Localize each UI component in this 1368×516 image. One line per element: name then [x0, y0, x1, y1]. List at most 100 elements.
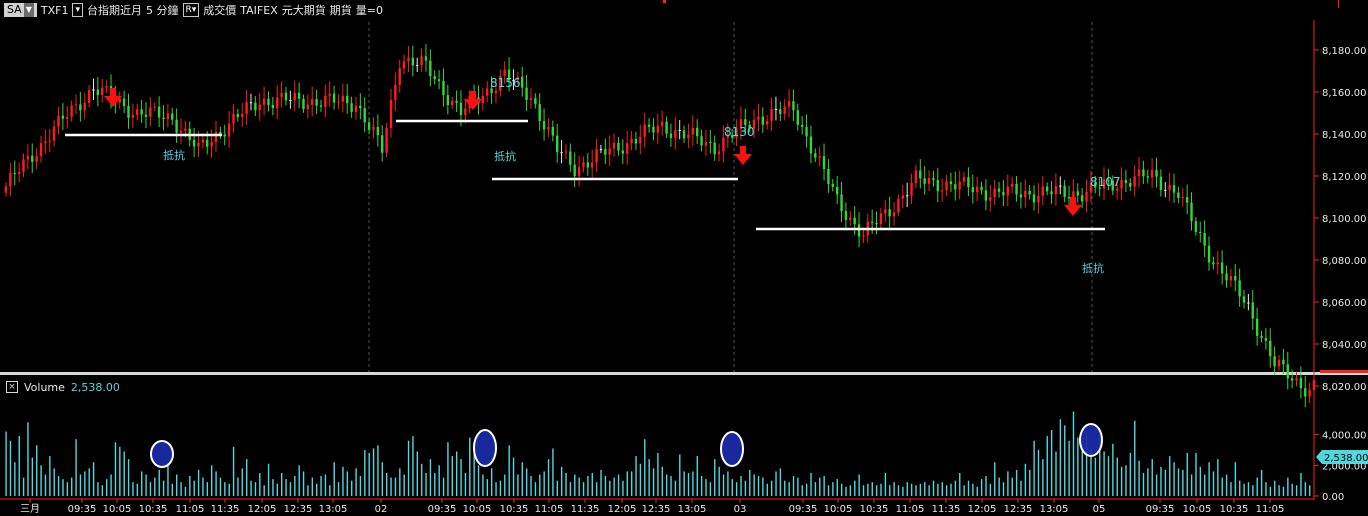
candle-body — [997, 188, 1001, 192]
candle-body — [1045, 186, 1049, 192]
volume-bar — [1269, 486, 1272, 496]
candle-body — [389, 99, 393, 128]
price-type-label: 成交價 — [203, 4, 237, 17]
candle-body — [879, 213, 883, 225]
candlestick-chart[interactable]: 8,180.00 8,160.00 8,140.00 8,120.00 8,100.00… — [0, 0, 1368, 516]
r-box[interactable]: R▾ — [182, 3, 200, 17]
symbol-selector[interactable]: SA ▼ — [4, 3, 37, 17]
time-axis-label: 13:05 — [678, 504, 707, 515]
candle-body — [927, 178, 931, 184]
candle-body — [48, 140, 51, 142]
volume-bar — [674, 480, 677, 496]
candle-body — [1264, 337, 1268, 341]
close-icon[interactable]: × — [6, 381, 18, 393]
candle-body — [1220, 262, 1224, 274]
broker-label: 元大期貨 — [281, 4, 326, 17]
volume-circle — [720, 431, 744, 467]
time-axis-label: 10:05 — [1183, 504, 1212, 515]
candle-body — [932, 178, 935, 181]
volume-bar — [578, 477, 580, 496]
panel-divider — [0, 372, 1368, 375]
candle-body — [1133, 176, 1136, 187]
candle-body — [665, 121, 668, 134]
time-axis-label: 09:35 — [428, 504, 457, 515]
volume-circle — [1079, 423, 1103, 457]
candle-body — [757, 116, 760, 120]
candle-body — [569, 151, 572, 165]
candle-body — [87, 90, 91, 103]
volume-bar — [346, 471, 349, 496]
volume-bar — [1221, 477, 1223, 496]
candle-body — [695, 127, 699, 137]
candle-body — [547, 127, 550, 130]
interval-label[interactable]: 5 分鐘 — [146, 2, 179, 18]
volume-bar — [1300, 472, 1302, 496]
candle-body — [328, 93, 331, 96]
volume-bar — [827, 485, 830, 496]
volume-bar — [145, 474, 147, 496]
volume-bar — [167, 463, 169, 496]
candle-body — [822, 156, 826, 169]
candle-body — [61, 115, 65, 119]
volume-bar — [639, 463, 642, 496]
volume-bar — [315, 483, 318, 496]
volume-bar — [727, 471, 729, 496]
chevron-down-icon[interactable]: ▼ — [23, 3, 34, 17]
volume-bar — [469, 437, 471, 496]
volume-bar — [1138, 460, 1140, 496]
volume-bar — [294, 476, 296, 496]
volume-bar — [119, 446, 121, 496]
volume-bar — [75, 439, 77, 496]
candle-body — [1181, 197, 1184, 199]
volume-bar — [810, 472, 812, 496]
candle-body — [35, 156, 38, 162]
volume-bar — [630, 471, 633, 496]
volume-bar — [731, 479, 733, 496]
volume-bar — [416, 451, 419, 496]
candle-body — [346, 95, 349, 104]
candle-body — [1247, 302, 1250, 304]
top-axis-marker — [1338, 0, 1339, 8]
volume-bar — [1256, 477, 1258, 496]
candle-body — [980, 186, 983, 191]
candle-body — [52, 126, 56, 141]
candle-body — [1234, 275, 1237, 281]
candle-body — [814, 153, 817, 158]
volume-bar — [97, 482, 99, 496]
candle-body — [1159, 176, 1163, 191]
candle-body — [901, 195, 904, 199]
price-axis-label: 8,080.00 — [1322, 256, 1367, 267]
volume-bar — [1064, 425, 1066, 496]
volume-bar — [1274, 480, 1276, 496]
candle-body — [1207, 245, 1211, 263]
volume-bar — [517, 474, 519, 496]
volume-bar — [735, 482, 738, 496]
volume-bar — [1007, 471, 1009, 496]
candle-body — [236, 113, 240, 118]
volume-bar — [1024, 463, 1027, 496]
product-label[interactable]: 台指期近月 — [87, 2, 142, 18]
r-box-label: R — [185, 5, 192, 15]
annotation-8130: 8130 — [724, 125, 755, 139]
volume-bar — [477, 465, 480, 496]
volume-bar — [40, 465, 42, 496]
product-dropdown-icon[interactable]: ▾ — [72, 3, 83, 17]
volume-bar — [1020, 480, 1022, 496]
volume-bar — [880, 483, 882, 496]
volume-bar — [434, 472, 436, 496]
candle-body — [1286, 364, 1289, 379]
candle-body — [206, 139, 209, 147]
symbol-label[interactable]: TXF1 — [41, 4, 69, 17]
candle-body — [381, 135, 384, 153]
candle-body — [682, 130, 686, 139]
candle-body — [1172, 185, 1176, 193]
candle-body — [779, 109, 782, 114]
volume-bar — [202, 477, 204, 496]
volume-bar — [211, 465, 213, 496]
volume-bar — [66, 482, 69, 496]
volume-bar — [648, 459, 650, 496]
volume-bar — [132, 482, 134, 496]
candle-body — [1194, 221, 1198, 232]
exchange-label: TAIFEX — [240, 3, 278, 17]
candle-body — [621, 150, 625, 154]
